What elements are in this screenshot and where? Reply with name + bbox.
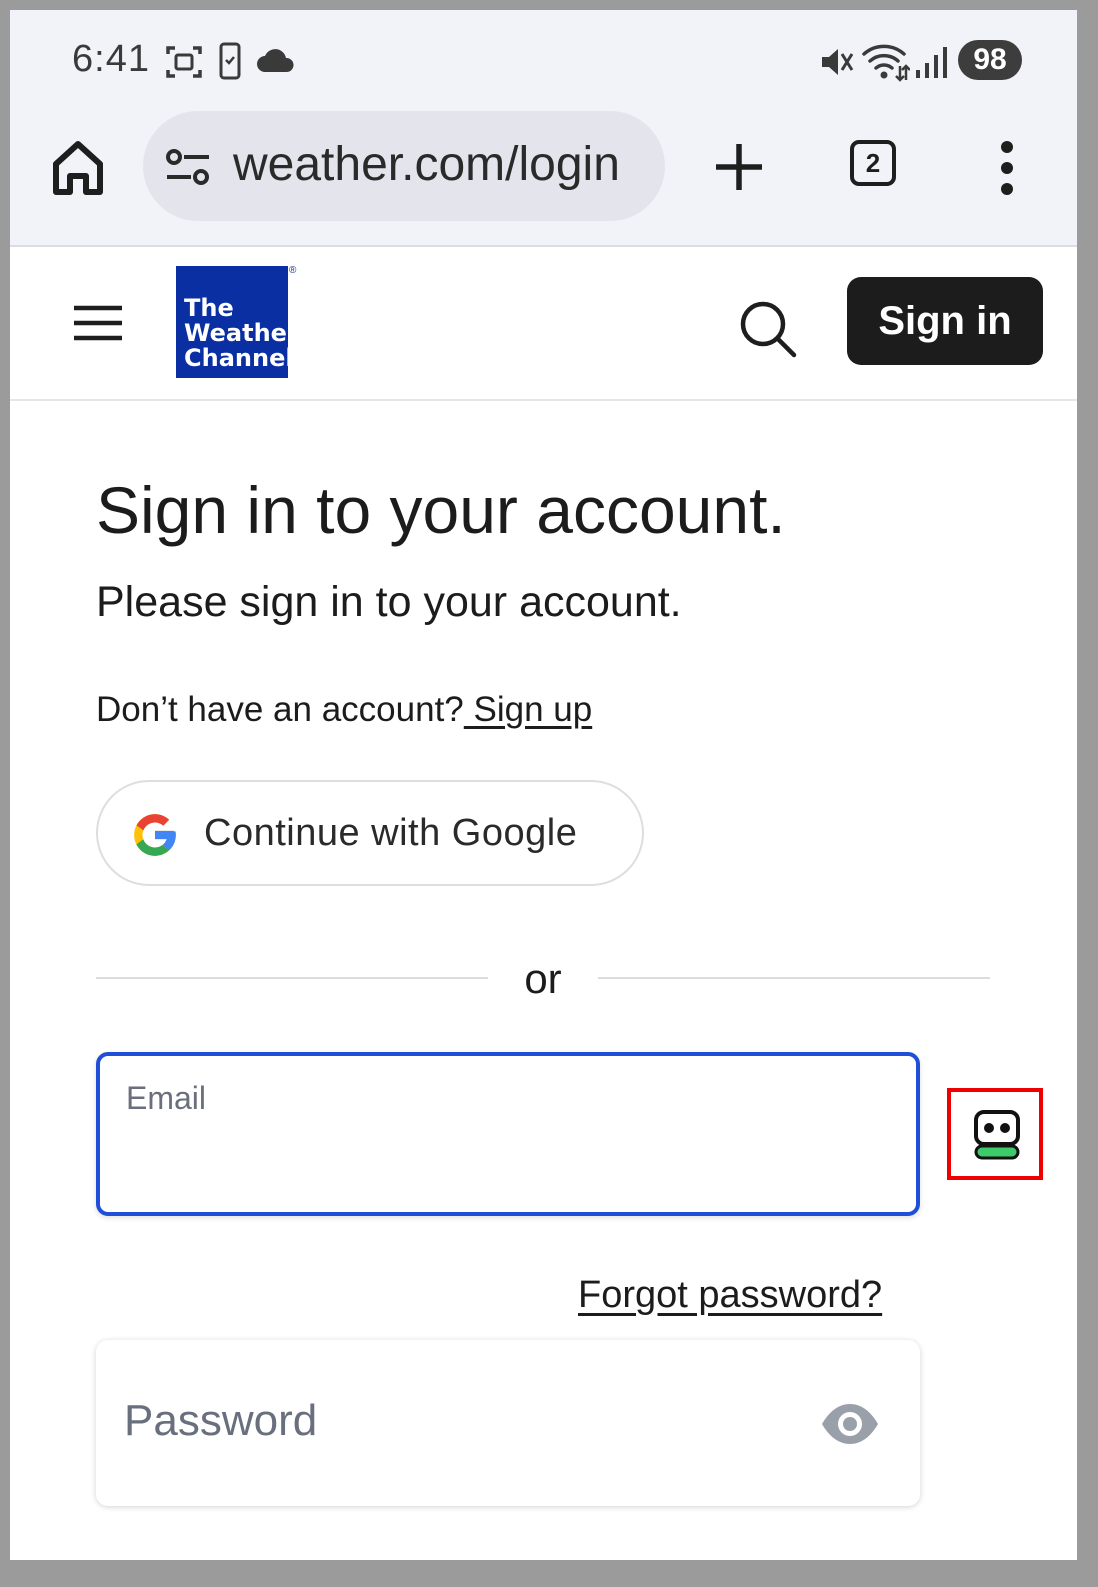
page-subtitle: Please sign in to your account. xyxy=(96,578,682,626)
registered-mark: ® xyxy=(289,265,297,276)
more-vert-icon[interactable] xyxy=(998,140,1016,196)
continue-with-google-button[interactable]: Continue with Google xyxy=(96,780,644,886)
status-time: 6:41 xyxy=(72,38,150,80)
site-header: The Weather Channel ® Sign in xyxy=(10,247,1077,401)
site-settings-icon[interactable] xyxy=(165,147,211,187)
eye-icon[interactable] xyxy=(820,1402,880,1446)
google-icon xyxy=(134,814,176,856)
logo-line: The xyxy=(184,294,234,322)
home-icon[interactable] xyxy=(50,138,106,198)
weather-channel-logo[interactable]: The Weather Channel xyxy=(176,266,299,378)
logo-line: Weather xyxy=(184,319,299,347)
mute-icon xyxy=(822,49,854,75)
header-sign-in-button[interactable]: Sign in xyxy=(847,277,1043,365)
wifi-icon xyxy=(862,44,910,82)
autofill-assistant-button[interactable] xyxy=(947,1088,1043,1180)
tab-switcher-button[interactable]: 2 xyxy=(850,140,896,186)
sign-up-link[interactable]: Sign up xyxy=(464,690,592,729)
screen: 6:41 98 weather.com/login 2 The Weather … xyxy=(10,10,1077,1560)
screenshot-icon xyxy=(166,46,202,78)
no-account-text: Don’t have an account? xyxy=(96,690,464,729)
cloud-icon xyxy=(257,49,294,72)
menu-icon[interactable] xyxy=(72,304,124,342)
google-button-label: Continue with Google xyxy=(204,812,578,854)
password-field[interactable]: Password xyxy=(96,1340,920,1506)
or-separator: or xyxy=(524,955,562,1002)
forgot-password-link[interactable]: Forgot password? xyxy=(578,1274,882,1317)
robot-face-icon xyxy=(974,1110,1020,1160)
signup-prompt: Don’t have an account? Sign up xyxy=(96,690,592,730)
phone-check-icon xyxy=(219,42,241,80)
email-label: Email xyxy=(126,1080,207,1116)
email-field[interactable]: Email xyxy=(96,1052,920,1216)
email-input[interactable] xyxy=(126,1136,890,1188)
url-text[interactable]: weather.com/login xyxy=(233,137,620,192)
search-icon[interactable] xyxy=(738,299,798,359)
page-title: Sign in to your account. xyxy=(96,473,786,547)
plus-icon[interactable] xyxy=(712,140,766,194)
address-bar[interactable]: weather.com/login xyxy=(143,111,665,221)
password-placeholder: Password xyxy=(124,1396,318,1445)
signal-icon xyxy=(916,47,947,78)
battery-indicator: 98 xyxy=(958,40,1022,80)
divider-right xyxy=(598,977,990,979)
logo-line: Channel xyxy=(184,344,294,372)
browser-chrome: 6:41 98 weather.com/login 2 xyxy=(10,10,1077,247)
divider-left xyxy=(96,977,488,979)
